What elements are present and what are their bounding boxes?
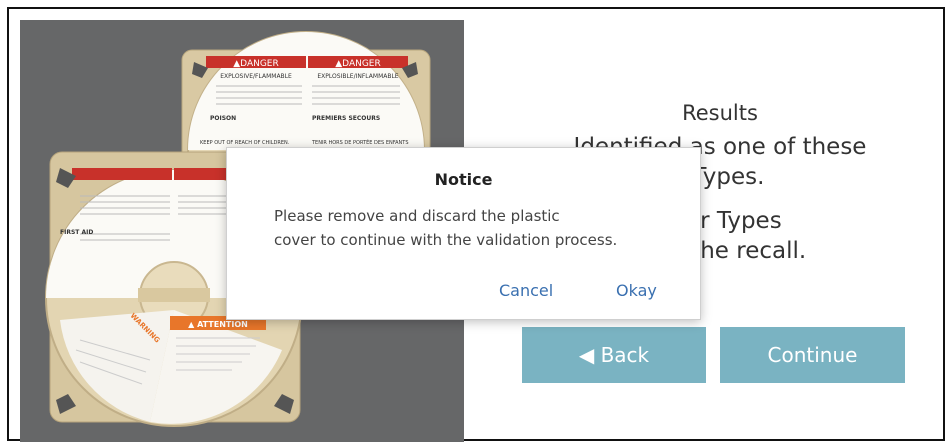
tenir-label: TENIR HORS DE PORTÉE DES ENFANTS: [311, 138, 409, 146]
dialog-message: Please remove and discard the plastic co…: [274, 204, 674, 252]
cancel-button[interactable]: Cancel: [499, 281, 553, 300]
poison-label: POISON: [210, 115, 236, 122]
okay-button[interactable]: Okay: [616, 281, 657, 300]
dialog-title: Notice: [434, 170, 493, 189]
keep-out-label: KEEP OUT OF REACH OF CHILDREN.: [200, 140, 290, 146]
attention-label: ▲ ATTENTION: [188, 320, 248, 329]
dialog-message-line-2: cover to continue with the validation pr…: [274, 231, 618, 249]
explosive-label: EXPLOSIVE/FLAMMABLE: [220, 73, 292, 80]
first-aid-label: FIRST AID: [60, 229, 93, 236]
danger-label-en: ▲DANGER: [233, 59, 279, 69]
explosible-label: EXPLOSIBLE/INFLAMMABLE: [317, 73, 398, 80]
continue-button[interactable]: Continue: [720, 327, 905, 383]
back-button[interactable]: ◀ Back: [522, 327, 706, 383]
danger-label-fr: ▲DANGER: [335, 59, 381, 69]
notice-dialog: Notice Please remove and discard the pla…: [226, 147, 701, 320]
dialog-message-line-1: Please remove and discard the plastic: [274, 207, 560, 225]
premiers-secours-label: PREMIERS SECOURS: [312, 115, 380, 122]
results-title: Results: [682, 101, 758, 125]
